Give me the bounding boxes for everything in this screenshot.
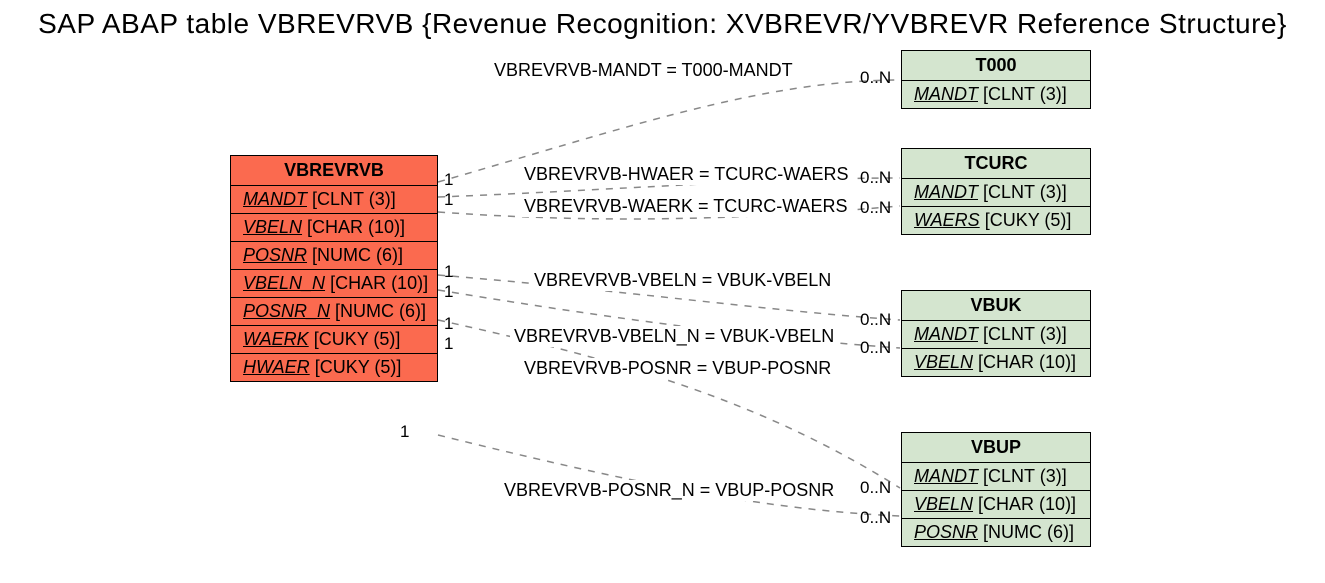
relation-label: VBREVRVB-POSNR = VBUP-POSNR: [520, 358, 835, 379]
field-row: VBELN [CHAR (10)]: [902, 349, 1090, 376]
entity-header: T000: [902, 51, 1090, 81]
field-name: MANDT: [243, 189, 307, 209]
field-row: WAERS [CUKY (5)]: [902, 207, 1090, 234]
field-row: MANDT [CLNT (3)]: [231, 186, 437, 214]
entity-vbup: VBUP MANDT [CLNT (3)] VBELN [CHAR (10)] …: [901, 432, 1091, 547]
field-type: [NUMC (6)]: [335, 301, 426, 321]
field-type: [CLNT (3)]: [983, 84, 1067, 104]
cardinality: 1: [444, 334, 453, 354]
cardinality: 1: [444, 170, 453, 190]
entity-header: VBUP: [902, 433, 1090, 463]
cardinality: 0..N: [860, 338, 891, 358]
field-name: WAERS: [914, 210, 980, 230]
field-type: [CUKY (5)]: [985, 210, 1072, 230]
entity-header: VBUK: [902, 291, 1090, 321]
field-name: MANDT: [914, 84, 978, 104]
field-name: VBELN: [914, 494, 973, 514]
field-row: HWAER [CUKY (5)]: [231, 354, 437, 381]
entity-header: TCURC: [902, 149, 1090, 179]
field-row: VBELN [CHAR (10)]: [902, 491, 1090, 519]
cardinality: 0..N: [860, 310, 891, 330]
field-row: MANDT [CLNT (3)]: [902, 463, 1090, 491]
field-type: [CLNT (3)]: [983, 324, 1067, 344]
field-name: VBELN_N: [243, 273, 325, 293]
field-type: [NUMC (6)]: [312, 245, 403, 265]
field-row: MANDT [CLNT (3)]: [902, 81, 1090, 108]
cardinality: 1: [444, 262, 453, 282]
field-row: MANDT [CLNT (3)]: [902, 321, 1090, 349]
relation-label: VBREVRVB-MANDT = T000-MANDT: [490, 60, 797, 81]
field-row: POSNR_N [NUMC (6)]: [231, 298, 437, 326]
field-type: [CHAR (10)]: [307, 217, 405, 237]
field-name: POSNR_N: [243, 301, 330, 321]
cardinality: 0..N: [860, 68, 891, 88]
field-name: MANDT: [914, 324, 978, 344]
cardinality: 1: [444, 314, 453, 334]
field-type: [CLNT (3)]: [983, 466, 1067, 486]
cardinality: 0..N: [860, 478, 891, 498]
field-row: VBELN_N [CHAR (10)]: [231, 270, 437, 298]
cardinality: 0..N: [860, 168, 891, 188]
relation-label: VBREVRVB-POSNR_N = VBUP-POSNR: [500, 480, 838, 501]
cardinality: 1: [400, 422, 409, 442]
cardinality: 1: [444, 190, 453, 210]
field-row: POSNR [NUMC (6)]: [902, 519, 1090, 546]
field-row: POSNR [NUMC (6)]: [231, 242, 437, 270]
field-name: POSNR: [914, 522, 978, 542]
field-name: WAERK: [243, 329, 309, 349]
relation-label: VBREVRVB-HWAER = TCURC-WAERS: [520, 164, 853, 185]
field-type: [CLNT (3)]: [983, 182, 1067, 202]
field-name: MANDT: [914, 466, 978, 486]
field-name: HWAER: [243, 357, 310, 377]
field-name: VBELN: [914, 352, 973, 372]
field-name: POSNR: [243, 245, 307, 265]
field-row: VBELN [CHAR (10)]: [231, 214, 437, 242]
field-type: [NUMC (6)]: [983, 522, 1074, 542]
cardinality: 1: [444, 282, 453, 302]
field-type: [CHAR (10)]: [978, 494, 1076, 514]
field-type: [CUKY (5)]: [314, 329, 401, 349]
field-name: MANDT: [914, 182, 978, 202]
entity-t000: T000 MANDT [CLNT (3)]: [901, 50, 1091, 109]
field-type: [CLNT (3)]: [312, 189, 396, 209]
entity-header: VBREVRVB: [231, 156, 437, 186]
cardinality: 0..N: [860, 198, 891, 218]
field-row: MANDT [CLNT (3)]: [902, 179, 1090, 207]
entity-vbuk: VBUK MANDT [CLNT (3)] VBELN [CHAR (10)]: [901, 290, 1091, 377]
relation-label: VBREVRVB-WAERK = TCURC-WAERS: [520, 196, 852, 217]
field-row: WAERK [CUKY (5)]: [231, 326, 437, 354]
cardinality: 0..N: [860, 508, 891, 528]
entity-tcurc: TCURC MANDT [CLNT (3)] WAERS [CUKY (5)]: [901, 148, 1091, 235]
page-title: SAP ABAP table VBREVRVB {Revenue Recogni…: [0, 8, 1325, 40]
field-type: [CUKY (5)]: [315, 357, 402, 377]
field-type: [CHAR (10)]: [978, 352, 1076, 372]
relation-label: VBREVRVB-VBELN_N = VBUK-VBELN: [510, 326, 838, 347]
field-type: [CHAR (10)]: [330, 273, 428, 293]
field-name: VBELN: [243, 217, 302, 237]
entity-vbrevrvb: VBREVRVB MANDT [CLNT (3)] VBELN [CHAR (1…: [230, 155, 438, 382]
relation-label: VBREVRVB-VBELN = VBUK-VBELN: [530, 270, 835, 291]
